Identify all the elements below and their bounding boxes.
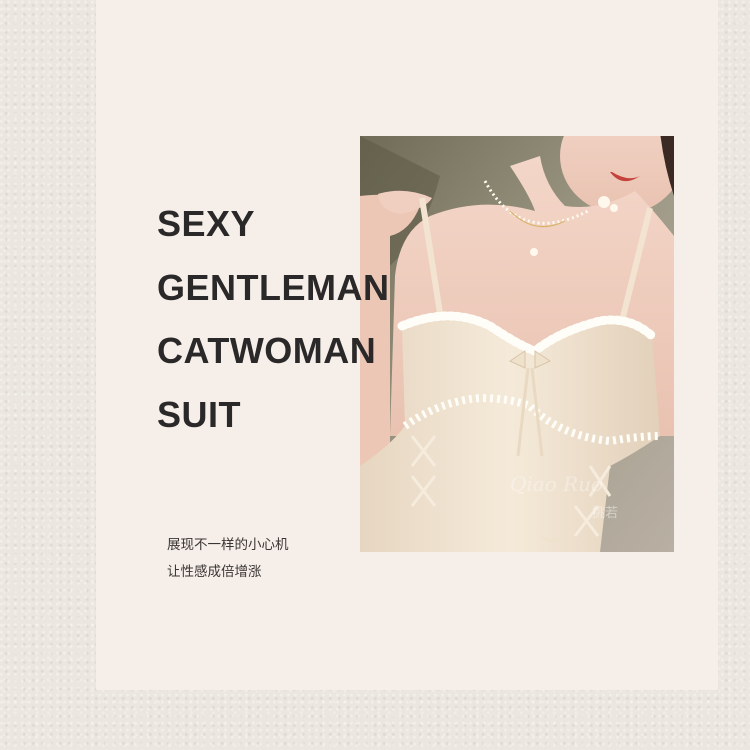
tagline-line: 展现不一样的小心机 — [167, 537, 289, 553]
headline-line: CATWOMAN — [157, 330, 377, 371]
tagline-line: 让性感成倍增涨 — [167, 564, 262, 580]
svg-text:挑若: 挑若 — [592, 505, 618, 521]
svg-text:Qiao Ruo: Qiao Ruo — [510, 472, 603, 496]
tagline: 展现不一样的小心机 让性感成倍增涨 — [167, 532, 289, 586]
headline-line: SUIT — [157, 393, 242, 435]
headline: SEXY GENTLEMAN CATWOMAN SUIT — [157, 192, 487, 446]
headline-line: GENTLEMAN — [157, 266, 390, 308]
headline-line: SEXY — [157, 203, 256, 244]
